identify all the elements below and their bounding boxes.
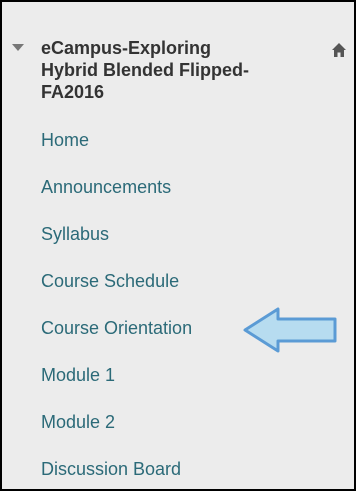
course-title: eCampus-Exploring Hybrid Blended Flipped… [41, 37, 311, 103]
course-title-line: FA2016 [41, 82, 105, 102]
triangle-down-icon[interactable] [12, 44, 24, 51]
pointer-arrow-icon [243, 307, 337, 353]
home-icon[interactable] [331, 42, 347, 58]
menu-item-module-2[interactable]: Module 2 [41, 410, 115, 434]
course-menu-panel: eCampus-Exploring Hybrid Blended Flipped… [0, 0, 356, 491]
course-title-line: eCampus-Exploring [41, 38, 212, 58]
menu-item-module-1[interactable]: Module 1 [41, 363, 115, 387]
course-title-line: Hybrid Blended Flipped- [41, 60, 250, 80]
menu-item-syllabus[interactable]: Syllabus [41, 222, 109, 246]
menu-item-course-schedule[interactable]: Course Schedule [41, 269, 179, 293]
menu-item-home[interactable]: Home [41, 128, 89, 152]
menu-item-announcements[interactable]: Announcements [41, 175, 171, 199]
menu-item-course-orientation[interactable]: Course Orientation [41, 316, 192, 340]
course-header: eCampus-Exploring Hybrid Blended Flipped… [2, 36, 354, 126]
menu-item-discussion-board[interactable]: Discussion Board [41, 457, 181, 481]
